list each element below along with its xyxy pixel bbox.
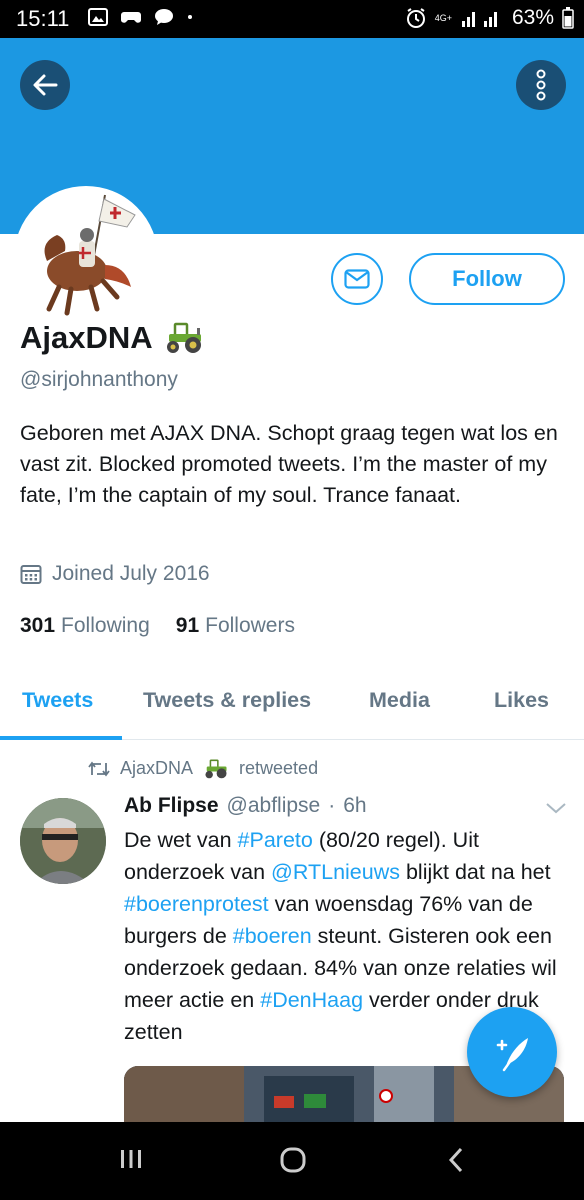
- gallery-icon: [88, 8, 108, 26]
- recent-apps-button[interactable]: [118, 1146, 144, 1177]
- alarm-icon: [406, 8, 425, 28]
- home-icon: [280, 1147, 306, 1173]
- tab-media[interactable]: Media: [369, 688, 430, 713]
- profile-tabs: Tweets Tweets & replies Media Likes: [0, 680, 584, 740]
- tweet-text-segment: blijkt dat na het: [400, 860, 551, 884]
- followers-count: 91: [175, 614, 200, 637]
- tweet-separator: ·: [328, 794, 336, 817]
- more-vertical-icon: [536, 69, 546, 101]
- recent-apps-icon: [121, 1150, 141, 1168]
- back-button[interactable]: [20, 60, 70, 110]
- notification-icons: [88, 8, 194, 26]
- system-nav-bar: [0, 1122, 584, 1200]
- arrow-left-icon: [33, 74, 58, 96]
- tweet-author-handle[interactable]: @abflipse: [227, 794, 321, 818]
- tweet-text-segment: De wet van: [124, 828, 238, 852]
- calendar-icon: [20, 565, 42, 584]
- profile-stats: 301 Following 91 Followers: [20, 614, 295, 638]
- knight-on-horse-image: [19, 191, 153, 325]
- battery-icon: [562, 7, 574, 29]
- tab-likes[interactable]: Likes: [494, 688, 549, 713]
- joined-date: Joined July 2016: [20, 562, 210, 586]
- display-name-text: AjaxDNA: [20, 320, 153, 355]
- signal-icon: [461, 12, 497, 27]
- tweet-author-name[interactable]: Ab Flipse: [124, 794, 219, 818]
- network-type: 4G+: [434, 12, 452, 23]
- tweet-link[interactable]: #Pareto: [238, 828, 313, 852]
- envelope-icon: [344, 269, 370, 289]
- retweeted-by-name[interactable]: AjaxDNA: [120, 758, 193, 779]
- display-name: AjaxDNA: [20, 320, 205, 356]
- profile-handle: @sirjohnanthony: [20, 368, 178, 391]
- compose-feather-icon: [496, 1038, 528, 1072]
- following-count: 301: [20, 614, 56, 637]
- message-button[interactable]: [331, 253, 383, 305]
- tweet-link[interactable]: @RTLnieuws: [271, 860, 400, 884]
- tweet-time: 6h: [343, 794, 367, 817]
- tweet-menu-button[interactable]: [544, 800, 568, 821]
- active-tab-indicator: [0, 736, 122, 740]
- followers-label: Followers: [205, 614, 295, 637]
- tweet-link[interactable]: #DenHaag: [260, 988, 363, 1012]
- chevron-down-icon: [546, 803, 566, 814]
- retweet-icon: [88, 761, 110, 776]
- battery-percent: 63%: [511, 6, 554, 29]
- followers-link[interactable]: 91 Followers: [176, 614, 295, 638]
- tractor-icon: [205, 759, 227, 778]
- more-options-button[interactable]: [516, 60, 566, 110]
- joined-text: Joined July 2016: [52, 562, 210, 585]
- retweet-context: AjaxDNA retweeted: [88, 758, 318, 779]
- tweet-link[interactable]: #boeren: [233, 924, 312, 948]
- status-time: 15:11: [16, 6, 70, 31]
- tab-tweets-replies[interactable]: Tweets & replies: [143, 688, 311, 713]
- tweet-link[interactable]: #boerenprotest: [124, 892, 269, 916]
- status-right: 4G+ 63%: [405, 6, 574, 30]
- man-with-sunglasses-image: [20, 798, 106, 884]
- follow-button[interactable]: Follow: [409, 253, 565, 305]
- following-link[interactable]: 301 Following: [20, 614, 150, 638]
- game-icon: [121, 12, 141, 23]
- retweeted-label: retweeted: [239, 758, 319, 778]
- compose-tweet-button[interactable]: [467, 1007, 557, 1097]
- tab-tweets[interactable]: Tweets: [22, 688, 93, 713]
- profile-avatar[interactable]: [14, 186, 158, 330]
- following-label: Following: [61, 614, 150, 637]
- chat-icon: [155, 9, 173, 25]
- tweet-header: Ab Flipse @abflipse · 6h: [124, 794, 367, 818]
- status-bar: 15:11 4G+ 63%: [0, 0, 584, 38]
- chevron-left-icon: [448, 1147, 463, 1173]
- dot-icon: [188, 15, 192, 19]
- tractor-icon: [166, 322, 201, 353]
- profile-bio: Geboren met AJAX DNA. Schopt graag tegen…: [20, 421, 558, 507]
- home-button[interactable]: [279, 1146, 307, 1179]
- tweet-author-avatar[interactable]: [20, 798, 106, 884]
- back-nav-button[interactable]: [446, 1146, 466, 1179]
